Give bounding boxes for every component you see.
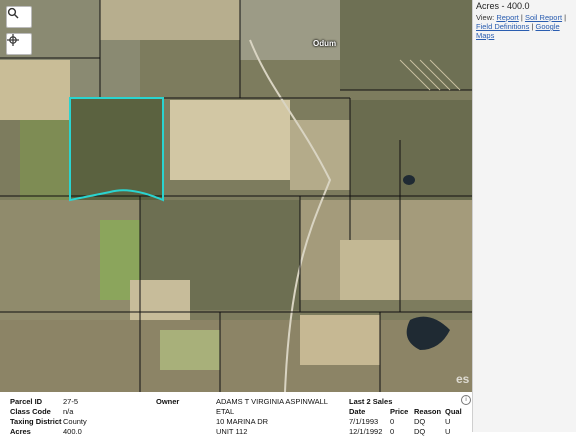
parcel-info-panel: Parcel ID 27-5 Class Code n/a Taxing Dis… bbox=[0, 392, 472, 436]
class-code-label: Class Code bbox=[10, 407, 51, 416]
sale-1-date: 7/1/1993 bbox=[349, 417, 379, 426]
owner-line-1: ADAMS T VIRGINIA ASPINWALL bbox=[216, 397, 328, 406]
owner-line-2: ETAL bbox=[216, 407, 235, 416]
crosshair-icon bbox=[7, 34, 19, 46]
sale-1-qual: U bbox=[445, 417, 451, 426]
view-prefix: View: bbox=[476, 13, 495, 22]
view-links: View: Report | Soil Report | Field Defin… bbox=[476, 13, 567, 40]
map-view[interactable]: Odum es bbox=[0, 0, 472, 392]
report-link[interactable]: Report bbox=[496, 13, 519, 22]
sales-header-qual: Qual bbox=[445, 407, 462, 416]
class-code-value: n/a bbox=[63, 407, 74, 416]
sales-header-price: Price bbox=[390, 407, 409, 416]
sales-header-date: Date bbox=[349, 407, 366, 416]
soil-report-link[interactable]: Soil Report bbox=[525, 13, 562, 22]
esri-watermark: es bbox=[456, 372, 470, 386]
aerial-imagery bbox=[0, 0, 472, 392]
field-definitions-link[interactable]: Field Definitions bbox=[476, 22, 529, 31]
info-icon[interactable]: i bbox=[461, 395, 471, 405]
zoom-search-button[interactable] bbox=[6, 6, 32, 28]
magnifier-icon bbox=[7, 7, 19, 19]
acres-label: Acres - 400.0 bbox=[476, 1, 530, 11]
last-sales-label: Last 2 Sales bbox=[349, 397, 393, 406]
sidebar: Acres - 400.0 View: Report | Soil Report… bbox=[472, 0, 576, 432]
parcel-id-label: Parcel ID bbox=[10, 397, 43, 406]
owner-label: Owner bbox=[156, 397, 180, 406]
locate-button[interactable] bbox=[6, 33, 32, 55]
taxing-district-label: Taxing District bbox=[10, 417, 62, 426]
taxing-district-value: County bbox=[63, 417, 87, 426]
town-label: Odum bbox=[313, 39, 337, 48]
sale-1-reason: DQ bbox=[414, 417, 426, 426]
owner-line-3: 10 MARINA DR bbox=[216, 417, 269, 426]
parcel-id-value: 27-5 bbox=[63, 397, 79, 406]
sale-1-price: 0 bbox=[390, 417, 395, 426]
sales-header-reason: Reason bbox=[414, 407, 442, 416]
